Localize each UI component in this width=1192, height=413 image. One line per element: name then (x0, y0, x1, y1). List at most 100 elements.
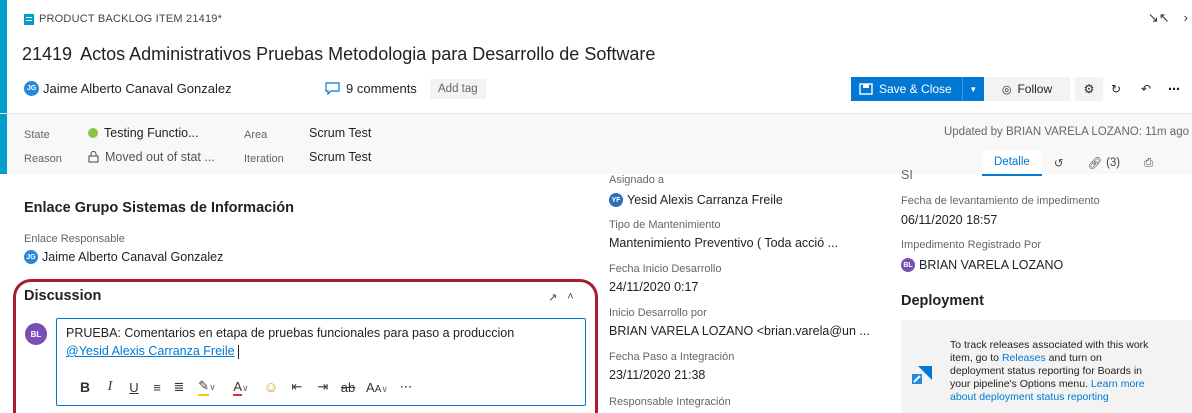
assigned-to-name: Jaime Alberto Canaval Gonzalez (43, 81, 232, 96)
collapse-icon[interactable]: ↘↖ (1148, 10, 1170, 26)
window-controls: ↘↖ › (1148, 10, 1188, 26)
link-icon: 🔗︎ (1087, 158, 1103, 170)
save-close-main[interactable]: Save & Close (851, 77, 962, 101)
state-field[interactable]: Testing Functio... (88, 126, 199, 140)
work-item-title-text: Actos Administrativos Pruebas Metodologi… (80, 44, 656, 64)
fecha-levantamiento-field[interactable]: 06/11/2020 18:57 (901, 213, 997, 227)
assigned-to-field[interactable]: JG Jaime Alberto Canaval Gonzalez (24, 81, 232, 96)
links-count: (3) (1106, 157, 1121, 169)
font-size-icon[interactable]: AA∨ (360, 380, 394, 395)
chevron-up-icon[interactable]: ˄ (567, 291, 573, 304)
more-formatting-icon[interactable]: ⋯ (394, 379, 418, 395)
save-close-label: Save & Close (879, 82, 952, 96)
bold-icon[interactable]: B (72, 379, 98, 395)
state-value: Testing Functio... (104, 126, 199, 140)
outdent-icon[interactable]: ⇤ (284, 379, 310, 395)
save-options-dropdown[interactable]: ▼ (961, 77, 984, 101)
enlace-responsable-field[interactable]: JG Jaime Alberto Canaval Gonzalez (24, 250, 223, 264)
formatting-toolbar: B I U ≡ ≣ ✎∨ A∨ ☺ ⇤ ⇥ ab AA∨ ⋯ (72, 378, 418, 396)
tipo-mantenimiento-label: Tipo de Mantenimiento (609, 219, 721, 231)
lock-icon (88, 151, 99, 163)
state-label: State (24, 129, 50, 141)
discussion-controls: ↗ ˄ (548, 291, 574, 304)
reason-value: Moved out of stat ... (105, 150, 215, 164)
follow-button[interactable]: ◎ Follow (984, 77, 1070, 101)
area-label: Area (244, 129, 268, 141)
tab-attachments[interactable]: ⎙ (1132, 150, 1165, 176)
refresh-icon: ↻ (1110, 82, 1122, 96)
inicio-desarrollo-por-field[interactable]: BRIAN VARELA LOZANO <brian.varela@un ... (609, 324, 870, 338)
state-indicator-icon (88, 128, 98, 138)
comment-text: PRUEBA: Comentarios en etapa de pruebas … (66, 326, 515, 340)
undo-button[interactable]: ↶ (1135, 77, 1157, 101)
work-item-type-label: PRODUCT BACKLOG ITEM 21419* (24, 13, 222, 25)
impedimento-registrado-label: Impedimento Registrado Por (901, 239, 1042, 251)
attachment-icon: ⎙ (1144, 156, 1154, 169)
impedimento-registrado-value: BRIAN VARELA LOZANO (919, 258, 1064, 272)
numbered-list-icon[interactable]: ≣ (168, 379, 190, 395)
work-item-accent-bar (0, 0, 7, 174)
iteration-label: Iteration (244, 153, 284, 165)
inicio-desarrollo-por-label: Inicio Desarrollo por (609, 307, 707, 319)
asignado-field[interactable]: YF Yesid Alexis Carranza Freile (609, 193, 783, 207)
mention-link[interactable]: @Yesid Alexis Carranza Freile (66, 344, 235, 358)
add-tag-button[interactable]: Add tag (430, 79, 486, 99)
avatar: YF (609, 193, 623, 207)
close-icon[interactable]: › (1184, 10, 1188, 26)
reason-label: Reason (24, 153, 62, 165)
work-item-title[interactable]: 21419 Actos Administrativos Pruebas Metod… (22, 44, 655, 65)
iteration-field[interactable]: Scrum Test (309, 150, 371, 164)
fecha-levantamiento-label: Fecha de levantamiento de impedimento (901, 195, 1100, 207)
avatar: JG (24, 81, 39, 96)
text-caret (237, 344, 239, 359)
enlace-section-title: Enlace Grupo Sistemas de Información (24, 200, 294, 216)
tab-details[interactable]: Detalle (982, 150, 1042, 176)
save-close-button[interactable]: Save & Close ▼ (851, 77, 984, 101)
expand-icon[interactable]: ↗ (548, 291, 557, 304)
underline-icon[interactable]: U (122, 380, 146, 395)
discussion-title: Discussion (24, 288, 102, 304)
save-icon (859, 83, 873, 95)
fecha-inicio-field[interactable]: 24/11/2020 0:17 (609, 280, 698, 294)
enlace-responsable-value: Jaime Alberto Canaval Gonzalez (42, 250, 224, 264)
settings-button[interactable]: ⚙ (1075, 77, 1103, 101)
deployment-icon (912, 366, 932, 384)
indent-icon[interactable]: ⇥ (310, 379, 336, 395)
area-field[interactable]: Scrum Test (309, 126, 371, 140)
bulleted-list-icon[interactable]: ≡ (146, 380, 168, 395)
highlight-icon[interactable]: ✎∨ (190, 378, 224, 396)
follow-label: Follow (1017, 82, 1053, 96)
italic-icon[interactable]: I (98, 379, 122, 395)
more-icon: ⋯ (1168, 82, 1180, 96)
eye-icon: ◎ (1001, 83, 1012, 96)
emoji-icon[interactable]: ☺ (258, 379, 284, 396)
deployment-section-title: Deployment (901, 293, 984, 309)
chevron-down-icon: ▼ (969, 84, 978, 94)
asignado-value: Yesid Alexis Carranza Freile (627, 193, 783, 207)
comments-count: 9 comments (346, 81, 417, 96)
font-color-icon[interactable]: A∨ (224, 379, 258, 396)
tab-history[interactable]: ↺ (1042, 150, 1076, 176)
avatar: BL (901, 258, 915, 272)
deployment-info-text: To track releases associated with this w… (950, 339, 1150, 404)
refresh-button[interactable]: ↻ (1105, 77, 1127, 101)
gear-icon: ⚙ (1083, 82, 1095, 96)
work-item-type-text: PRODUCT BACKLOG ITEM 21419* (39, 13, 223, 25)
comments-link[interactable]: 9 comments (325, 81, 417, 96)
avatar: BL (25, 323, 47, 345)
comment-text-area[interactable]: PRUEBA: Comentarios en etapa de pruebas … (66, 324, 514, 360)
updated-by-text[interactable]: Updated by BRIAN VARELA LOZANO: 11m ago (944, 126, 1189, 138)
more-actions-button[interactable]: ⋯ (1163, 77, 1185, 101)
strikethrough-icon[interactable]: ab (336, 380, 360, 395)
reason-field: Moved out of stat ... (88, 150, 215, 164)
releases-link[interactable]: Releases (1002, 352, 1046, 364)
avatar: JG (24, 250, 38, 264)
tipo-mantenimiento-field[interactable]: Mantenimiento Preventivo ( Toda acció ..… (609, 236, 838, 250)
asignado-label: Asignado a (609, 174, 665, 186)
impedimento-registrado-field[interactable]: BL BRIAN VARELA LOZANO (901, 258, 1063, 272)
partial-field-value: SI (901, 168, 913, 182)
fecha-paso-integracion-field[interactable]: 23/11/2020 21:38 (609, 368, 705, 382)
tab-links[interactable]: 🔗︎ (3) (1075, 150, 1132, 176)
fecha-paso-integracion-label: Fecha Paso a Integración (609, 351, 735, 363)
undo-icon: ↶ (1140, 82, 1152, 96)
